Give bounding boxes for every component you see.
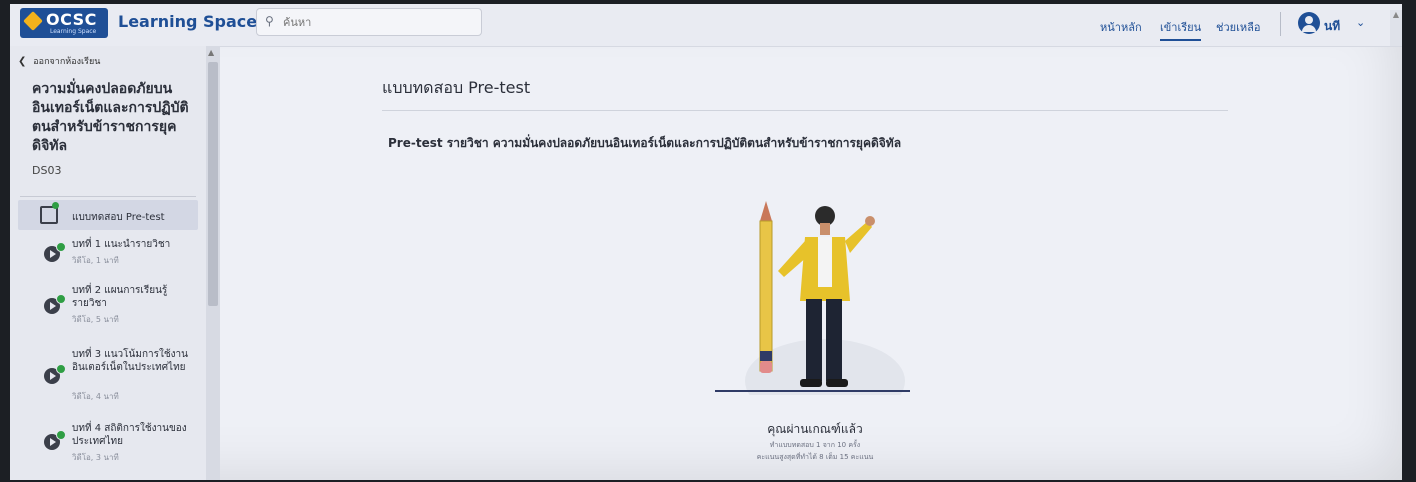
logo-text: OCSC <box>46 10 97 29</box>
attempts-info: ทำแบบทดสอบ 1 จาก 10 ครั้ง <box>769 441 861 449</box>
back-label: ออกจากห้องเรียน <box>33 57 101 67</box>
sidebar-item-label: แบบทดสอบ Pre-test <box>72 212 165 223</box>
video-complete-icon <box>44 364 66 384</box>
main-content: แบบทดสอบ Pre-test Pre-test รายวิชา ความม… <box>220 46 1390 480</box>
quiz-icon <box>40 202 59 224</box>
lesson-title: บทที่ 4 สถิติการใช้งานของประเทศไทย <box>72 423 187 447</box>
scroll-up-icon[interactable]: ▲ <box>208 48 214 57</box>
lesson-title: บทที่ 3 แนวโน้มการใช้งานอินเตอร์เน็ตในปร… <box>72 349 188 373</box>
video-complete-icon <box>44 294 66 314</box>
lesson-meta: วิดีโอ, 5 นาที <box>72 315 119 324</box>
search-input[interactable] <box>281 12 475 32</box>
lesson-meta: วิดีโอ, 1 นาที <box>72 256 119 265</box>
lesson-title: บทที่ 2 แผนการเรียนรู้รายวิชา <box>72 285 168 309</box>
app-title: Learning Space <box>118 12 258 31</box>
scrollbar-thumb[interactable] <box>208 62 218 306</box>
lesson-meta: วิดีโอ, 3 นาที <box>72 453 119 462</box>
course-sidebar: ❮ ออกจากห้องเรียน ความมั่นคงปลอดภัยบนอิน… <box>10 46 211 480</box>
search-icon: ⚲ <box>265 14 274 28</box>
chevron-left-icon: ❮ <box>18 56 27 67</box>
chevron-down-icon[interactable]: ⌄ <box>1356 16 1365 29</box>
nav-help[interactable]: ช่วยเหลือ <box>1216 18 1260 36</box>
sidebar-divider <box>20 196 196 197</box>
logo-mark-icon <box>23 11 43 31</box>
back-to-classroom-link[interactable]: ❮ ออกจากห้องเรียน <box>18 54 100 68</box>
title-divider <box>382 110 1228 111</box>
nav-enter-class[interactable]: เข้าเรียน <box>1160 18 1202 41</box>
pretest-heading: Pre-test รายวิชา ความมั่นคงปลอดภัยบนอินเ… <box>388 136 902 150</box>
page-title: แบบทดสอบ Pre-test <box>382 78 531 97</box>
user-avatar-icon[interactable] <box>1298 12 1320 34</box>
logo-subtext: Learning Space <box>50 28 97 35</box>
page-scrollbar[interactable]: ▲ <box>1390 10 1402 46</box>
nav-home[interactable]: หน้าหลัก <box>1100 18 1142 36</box>
user-name[interactable]: นที <box>1324 17 1340 36</box>
lesson-meta: วิดีโอ, 4 นาที <box>72 392 119 401</box>
best-score-info: คะแนนสูงสุดที่ทำได้ 8 เต็ม 15 คะแนน <box>756 453 874 461</box>
app-window: OCSC Learning Space Learning Space ⚲ หน้… <box>10 4 1402 480</box>
ocsc-logo[interactable]: OCSC Learning Space <box>20 8 108 38</box>
course-code: DS03 <box>32 164 62 177</box>
course-title: ความมั่นคงปลอดภัยบนอินเทอร์เน็ตและการปฏิ… <box>32 81 189 154</box>
lesson-title: บทที่ 1 แนะนำรายวิชา <box>72 239 171 250</box>
nav-divider <box>1280 12 1281 36</box>
man-with-pencil-illustration <box>715 201 910 395</box>
pass-status: คุณผ่านเกณฑ์แล้ว <box>767 422 863 436</box>
sidebar-scrollbar[interactable]: ▲ <box>206 46 220 480</box>
video-complete-icon <box>44 430 66 450</box>
search-box[interactable]: ⚲ <box>256 8 482 36</box>
top-header: OCSC Learning Space Learning Space ⚲ หน้… <box>10 4 1402 47</box>
video-complete-icon <box>44 242 66 262</box>
